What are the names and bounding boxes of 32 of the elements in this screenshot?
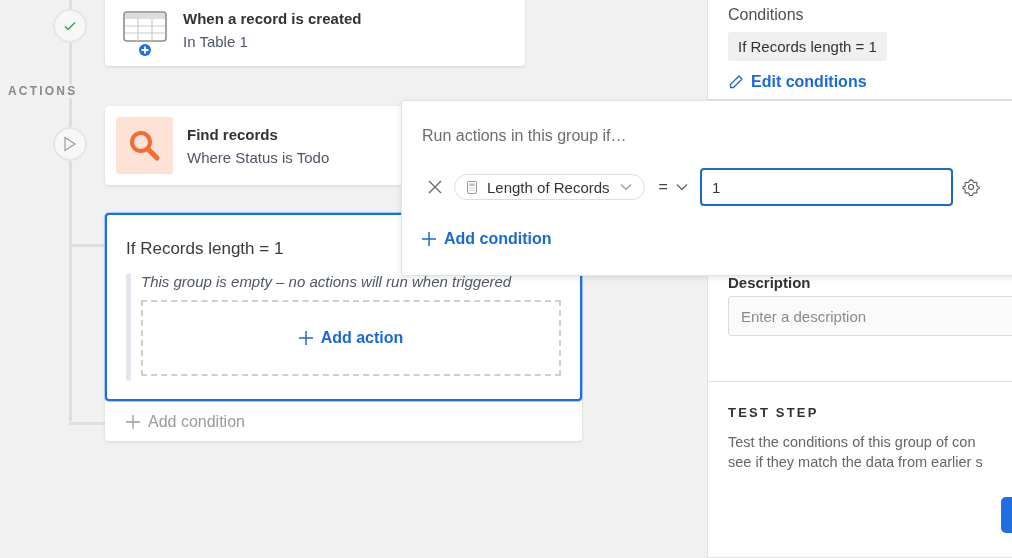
chevron-down-icon [619,183,632,191]
step-title: When a record is created [183,10,362,27]
plus-icon [298,331,313,345]
empty-group-note: This group is empty – no actions will run when triggered [141,273,513,290]
test-step-text: see if they match the data from earlier s [728,454,984,470]
description-field[interactable]: Enter a description [728,296,1012,336]
settings-icon[interactable] [961,178,980,196]
test-step-text: Test the conditions of this group of con [728,434,977,450]
condition-chip: If Records length = 1 [728,32,887,61]
chevron-down-icon [675,183,688,191]
plus-icon [126,415,140,429]
section-heading: TEST STEP [728,405,820,420]
step-subtitle: Where Status is Todo [187,148,330,166]
add-condition-button[interactable]: Add condition [422,230,552,248]
conditions-label: Conditions [728,6,805,24]
trigger-card[interactable]: When a record is created In Table 1 [105,0,525,66]
description-label: Description [728,274,812,291]
add-action-button[interactable]: Add action [298,329,404,347]
field-dropdown[interactable]: Length of Records [454,174,645,200]
step-subtitle: In Table 1 [183,33,249,50]
calculator-icon [467,180,477,194]
search-icon [116,117,173,174]
step-title: Find records [187,125,279,143]
table-add-icon [123,11,169,57]
check-icon [63,19,77,33]
edit-conditions-link[interactable]: Edit conditions [728,73,1012,91]
value-field[interactable]: 1 [699,168,953,206]
pencil-icon [728,74,744,90]
group-title: If Records length = 1 [126,239,285,259]
play-icon [63,136,77,152]
plus-icon [422,232,436,246]
operator-dropdown[interactable]: = [658,178,688,196]
